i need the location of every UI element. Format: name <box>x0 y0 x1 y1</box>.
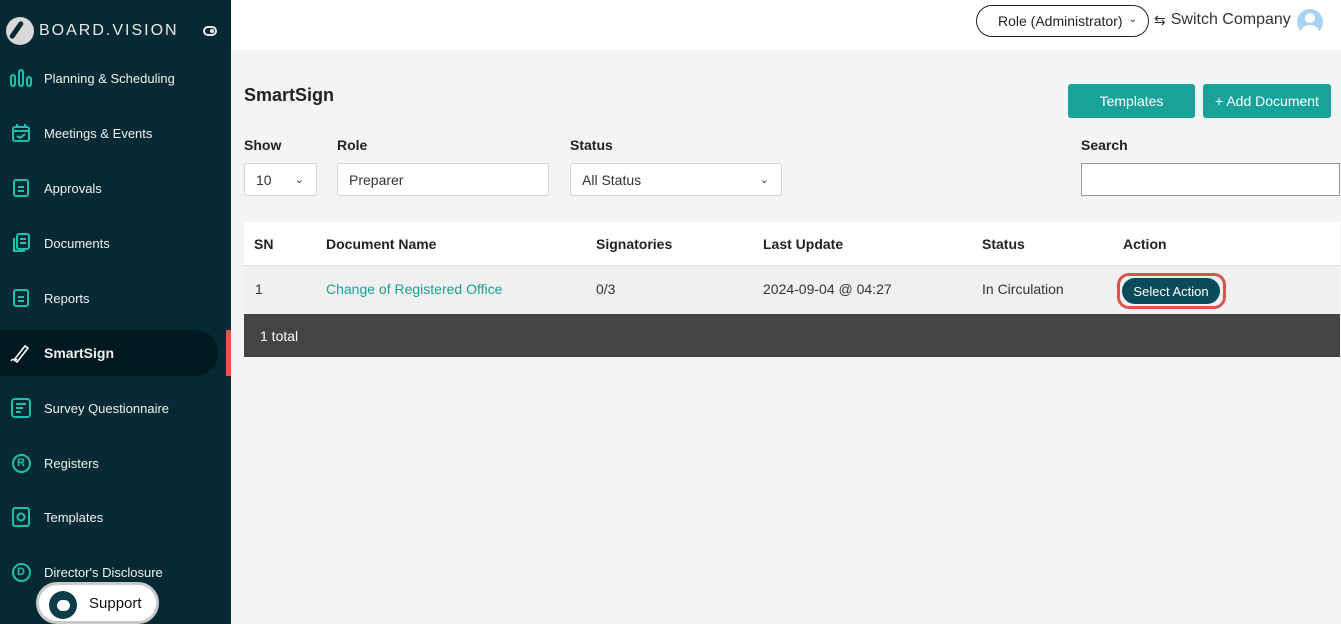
sidebar-item-label: Templates <box>44 509 104 525</box>
column-header-status: Status <box>982 236 1025 252</box>
status-select[interactable]: All Status ⌄ <box>570 163 782 196</box>
column-header-sn: SN <box>254 236 274 252</box>
show-select[interactable]: 10 ⌄ <box>244 163 317 196</box>
sidebar-item-registers[interactable]: R Registers <box>0 440 218 486</box>
switch-company-button[interactable]: ⇆ Switch Company <box>1154 11 1291 29</box>
page-title: SmartSign <box>244 85 335 105</box>
sidebar-item-label: Registers <box>44 455 99 471</box>
approval-doc-icon <box>10 177 32 199</box>
role-filter-label: Role <box>337 137 368 153</box>
add-document-button[interactable]: + Add Document <box>1203 84 1331 118</box>
bar-chart-icon <box>10 67 32 89</box>
role-dropdown[interactable]: Role (Administrator) ⌄ <box>976 5 1149 37</box>
sidebar-item-label: Survey Questionnaire <box>44 400 170 416</box>
brand-logo[interactable]: BOARD.VISION <box>6 16 179 46</box>
sidebar-item-label: Documents <box>44 235 110 251</box>
sidebar-item-smartsign[interactable]: SmartSign <box>0 330 218 376</box>
column-header-document-name: Document Name <box>326 236 437 252</box>
sidebar: BOARD.VISION Planning & Scheduling Meeti… <box>0 0 231 624</box>
pen-sign-icon <box>10 342 32 364</box>
role-label: Role (Administrator) <box>998 13 1123 29</box>
documents-table: SN Document Name Signatories Last Update… <box>244 222 1340 357</box>
column-header-action: Action <box>1123 236 1167 252</box>
sidebar-item-label: Director's Disclosure <box>44 564 163 580</box>
column-header-signatories: Signatories <box>596 236 673 252</box>
table-row: 1 Change of Registered Office 0/3 2024-0… <box>244 266 1340 314</box>
templates-icon <box>10 506 32 528</box>
table-footer: 1 total <box>244 314 1340 357</box>
sidebar-item-documents[interactable]: Documents <box>0 220 218 266</box>
show-label: Show <box>244 137 282 153</box>
sidebar-item-label: Reports <box>44 290 90 306</box>
switch-arrows-icon: ⇆ <box>1154 11 1166 28</box>
templates-button[interactable]: Templates <box>1068 84 1195 118</box>
total-count: 1 total <box>260 328 299 344</box>
sidebar-item-planning-scheduling[interactable]: Planning & Scheduling <box>0 55 218 101</box>
chevron-down-icon: ⌄ <box>1128 14 1137 25</box>
chevron-down-icon: ⌄ <box>294 174 304 186</box>
disclosure-icon: D <box>10 561 32 583</box>
support-button[interactable]: Support <box>36 582 159 624</box>
sidebar-item-label: Approvals <box>44 180 102 196</box>
sidebar-item-label: Planning & Scheduling <box>44 70 175 86</box>
registers-icon: R <box>10 452 32 474</box>
cell-last-update: 2024-09-04 @ 04:27 <box>763 281 892 297</box>
document-name-link[interactable]: Change of Registered Office <box>326 281 502 297</box>
chevron-down-icon: ⌄ <box>759 174 769 186</box>
sidebar-toggle-icon[interactable] <box>203 26 217 36</box>
sidebar-item-survey-questionnaire[interactable]: Survey Questionnaire <box>0 385 218 431</box>
active-indicator <box>226 330 231 376</box>
show-value: 10 <box>256 171 272 188</box>
sidebar-item-templates[interactable]: Templates <box>0 494 218 540</box>
table-header: SN Document Name Signatories Last Update… <box>244 222 1340 266</box>
calendar-icon <box>10 122 32 144</box>
survey-icon <box>10 397 32 419</box>
role-value: Preparer <box>349 171 404 188</box>
chat-icon <box>49 591 77 619</box>
documents-icon <box>10 232 32 254</box>
sidebar-item-meetings-events[interactable]: Meetings & Events <box>0 110 218 156</box>
sidebar-item-label: SmartSign <box>44 345 115 361</box>
status-value: All Status <box>582 171 642 188</box>
reports-icon <box>10 287 32 309</box>
cell-sn: 1 <box>255 281 263 297</box>
switch-company-label: Switch Company <box>1170 11 1291 28</box>
role-input[interactable]: Preparer <box>337 163 549 196</box>
brand-name: BOARD.VISION <box>39 22 179 39</box>
search-label: Search <box>1081 137 1128 153</box>
status-filter-label: Status <box>570 137 613 153</box>
cell-status: In Circulation <box>982 281 1064 297</box>
cell-signatories: 0/3 <box>596 281 616 297</box>
column-header-last-update: Last Update <box>763 236 844 252</box>
logo-mark-icon <box>6 17 34 45</box>
search-input[interactable] <box>1081 163 1340 196</box>
select-action-button[interactable]: Select Action <box>1122 278 1220 304</box>
user-avatar[interactable] <box>1297 9 1323 35</box>
support-label: Support <box>89 594 142 612</box>
sidebar-item-approvals[interactable]: Approvals <box>0 165 218 211</box>
sidebar-item-reports[interactable]: Reports <box>0 275 218 321</box>
sidebar-item-label: Meetings & Events <box>44 125 153 141</box>
